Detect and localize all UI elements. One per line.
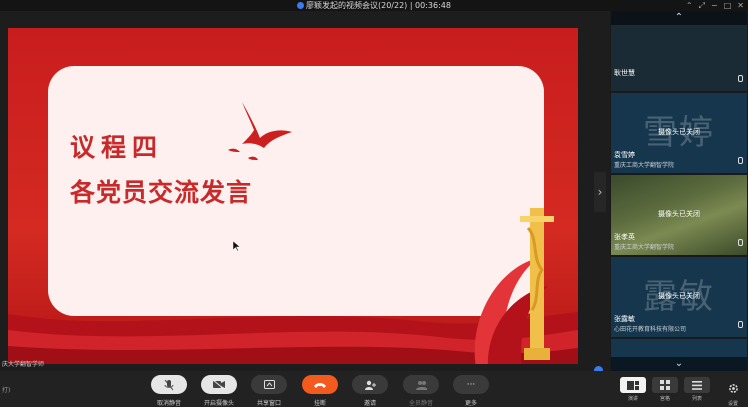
toolbar-left-text: 打) [2,387,11,394]
start-camera-label: 开启摄像头 [203,400,234,407]
mic-muted-icon [151,375,187,394]
presentation-slide: 议程四 各党员交流发言 [8,28,578,364]
gear-icon [728,384,738,393]
slide-agenda-heading: 议程四 [70,133,164,162]
settings-label: 设置 [727,401,738,407]
unmute-label: 取消静音 [156,400,181,407]
participant-tile[interactable]: 摄像头已关闭 张孝英 重庆工商大学翻智学院 [611,175,747,255]
maximize-icon[interactable]: □ [724,0,732,11]
window-title: 廖颖发起的视频会议(20/22) | 00:36:48 [0,0,748,11]
grid-view-label: 宫格 [659,396,670,402]
collapse-icon[interactable]: ⌃ [686,0,693,11]
minimize-icon[interactable]: − [711,0,718,11]
list-view-label: 列表 [691,396,702,402]
participant-name: 耿世慧 [614,69,635,77]
invite-label: 邀请 [363,400,376,407]
speaker-view-button[interactable]: 演讲 [620,377,646,402]
participant-mic-icon [738,321,743,328]
more-icon: ··· [453,375,489,394]
doves-graphic [228,102,292,160]
hangup-button[interactable]: 挂断 [302,375,338,407]
camera-off-status: 摄像头已关闭 [658,210,700,218]
huabiao-pillar-graphic [474,208,554,364]
panel-collapse-handle[interactable]: › [594,172,606,212]
share-window-label: 共享窗口 [256,400,281,407]
more-button[interactable]: ··· 更多 [453,375,489,407]
participant-name: 张孝英 [614,233,635,241]
list-view-button[interactable]: 列表 [684,377,710,402]
meeting-app-icon [296,2,304,9]
mute-all-icon [403,375,439,394]
start-camera-button[interactable]: 开启摄像头 [201,375,237,407]
unmute-button[interactable]: 取消静音 [151,375,187,407]
invite-icon [352,375,388,394]
share-window-icon [251,375,287,394]
participant-name: 张露敏 [614,315,635,323]
participant-org: 重庆工商大学翻智学院 [614,162,675,169]
participant-mic-icon [738,157,743,164]
participant-tile[interactable]: 雪婷 摄像头已关闭 袁雪婷 重庆工商大学翻智学院 [611,93,747,173]
mute-all-button[interactable]: 全员静音 [403,375,439,407]
participant-org: 心田花开教育科技有限公司 [614,326,687,333]
shared-screen-stage: 议程四 各党员交流发言 庆大学翻智学师 [0,11,610,375]
speaker-view-label: 演讲 [627,396,638,402]
close-icon[interactable]: ✕ [737,0,744,11]
window-controls: ⌃ ⤢ − □ ✕ [686,0,744,11]
mute-all-label: 全员静音 [408,400,433,407]
slide-topic-heading: 各党员交流发言 [70,178,253,207]
participant-video-list: 耿世慧 ⌃ 雪婷 摄像头已关闭 袁雪婷 重庆工商大学翻智学院 摄像头已关闭 张孝… [610,11,748,371]
participant-mic-icon [738,239,743,246]
list-view-icon [684,377,710,393]
speaker-view-icon [620,377,646,393]
scroll-down-chevron-icon[interactable]: ⌄ [611,357,747,371]
camera-off-status: 摄像头已关闭 [658,128,700,136]
title-bar: 廖颖发起的视频会议(20/22) | 00:36:48 ⌃ ⤢ − □ ✕ [0,0,748,11]
more-label: 更多 [464,400,477,407]
hangup-icon [302,375,338,394]
meeting-toolbar: 打) 取消静音 开启摄像头 共享窗口 挂断 邀请 全员静音 ··· 更多 演讲 … [0,371,748,407]
invite-button[interactable]: 邀请 [352,375,388,407]
participant-org: 重庆工商大学翻智学院 [614,244,675,251]
participant-tile[interactable]: 露敏 摄像头已关闭 张露敏 心田花开教育科技有限公司 [611,257,747,337]
camera-off-icon [201,375,237,394]
fullscreen-icon[interactable]: ⤢ [699,0,705,11]
share-window-button[interactable]: 共享窗口 [251,375,287,407]
grid-view-icon [652,377,678,393]
participant-name: 袁雪婷 [614,151,635,159]
scroll-up-chevron-icon[interactable]: ⌃ [611,11,747,25]
hangup-label: 挂断 [313,400,326,407]
participant-mic-icon [738,75,743,82]
grid-view-button[interactable]: 宫格 [652,377,678,402]
window-title-text: 廖颖发起的视频会议(20/22) | 00:36:48 [305,1,451,10]
mouse-cursor-icon [233,241,241,251]
settings-button[interactable]: 设置 [726,379,740,407]
camera-off-status: 摄像头已关闭 [658,292,700,300]
presenter-caption: 庆大学翻智学师 [2,361,45,368]
